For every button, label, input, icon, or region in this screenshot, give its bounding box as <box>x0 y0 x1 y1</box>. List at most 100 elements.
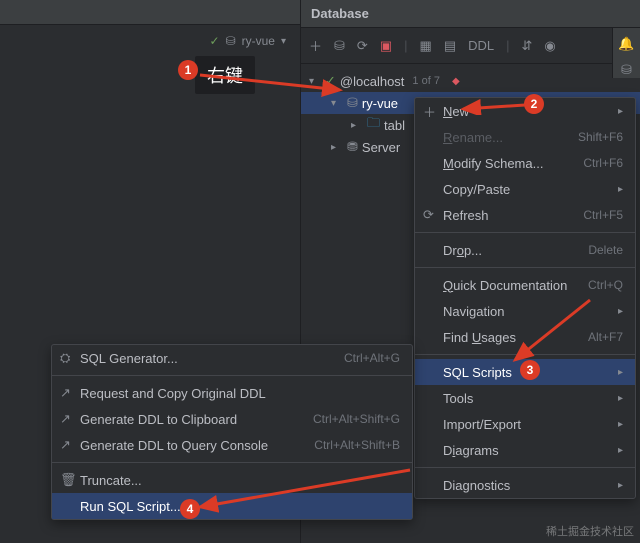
submenu-arrow-icon: ▸ <box>618 445 623 456</box>
chevron-down-icon: ▾ <box>281 36 286 47</box>
host-icon: ✓ <box>325 73 336 89</box>
marker-4: 4 <box>180 499 200 519</box>
gear-icon: ⛭ <box>60 350 70 366</box>
separator: | <box>506 38 509 53</box>
ddl-button[interactable]: DDL <box>468 38 494 53</box>
shortcut-label: Ctrl+Q <box>588 278 623 292</box>
menu-tools[interactable]: Tools ▸ <box>415 385 635 411</box>
filter-icon[interactable]: ⇵ <box>522 38 533 54</box>
menu-quickdoc[interactable]: Quick Documentation Ctrl+Q <box>415 272 635 298</box>
plus-icon: ＋ <box>423 102 436 121</box>
submenu-arrow-icon: ▸ <box>618 184 623 195</box>
shortcut-label: Shift+F6 <box>578 130 623 144</box>
submenu-gen-clipboard[interactable]: ↗ Generate DDL to Clipboard Ctrl+Alt+Shi… <box>52 406 412 432</box>
watermark: 稀土掘金技术社区 <box>546 523 634 539</box>
diamond-icon: ◆ <box>452 76 460 87</box>
menu-label: Diagnostics <box>443 478 510 493</box>
right-tool-rail: 🔔 ⛁ <box>612 28 640 78</box>
refresh-icon[interactable]: ⟳ <box>357 38 368 54</box>
menu-label: Import/Export <box>443 417 521 432</box>
tooltip-rightclick: 右键 <box>195 56 255 94</box>
menu-separator <box>415 232 635 233</box>
menu-drop[interactable]: Drop... Delete <box>415 237 635 263</box>
tree-db-label: ry-vue <box>362 96 398 111</box>
tree-badge: 1 of 7 <box>412 75 440 87</box>
menu-label: SQL Generator... <box>80 351 178 366</box>
menu-diagrams[interactable]: Diagrams ▸ <box>415 437 635 463</box>
server-icon: ⛃ <box>347 139 358 155</box>
add-icon[interactable]: ＋ <box>309 36 322 55</box>
panel-title: Database <box>311 6 369 21</box>
submenu-arrow-icon: ▸ <box>618 393 623 404</box>
menu-import[interactable]: Import/Export ▸ <box>415 411 635 437</box>
menu-separator <box>52 375 412 376</box>
export-icon: ↗ <box>60 411 71 427</box>
menu-find[interactable]: Find Usages Alt+F7 <box>415 324 635 350</box>
status-project: ry-vue <box>242 34 275 48</box>
menu-separator <box>415 267 635 268</box>
menu-label: Tools <box>443 391 473 406</box>
menu-rename: Rename... Shift+F6 <box>415 124 635 150</box>
menu-refresh[interactable]: ⟳ Refresh Ctrl+F5 <box>415 202 635 228</box>
tree-host-label: @localhost <box>340 74 405 89</box>
shortcut-label: Ctrl+Alt+Shift+B <box>314 438 400 452</box>
menu-label: SQL Scripts <box>443 365 512 380</box>
export-icon: ↗ <box>60 437 71 453</box>
schema-icon: ⛁ <box>347 95 358 111</box>
menu-diagnostics[interactable]: Diagnostics ▸ <box>415 472 635 498</box>
folder-icon: 🗀 <box>367 114 380 136</box>
menu-label: Copy/Paste <box>443 182 510 197</box>
chevron-down-icon: ▾ <box>331 98 343 109</box>
panel-header: Database <box>301 0 640 28</box>
menu-label: Run SQL Script... <box>80 499 181 514</box>
submenu-sql-generator[interactable]: ⛭ SQL Generator... Ctrl+Alt+G <box>52 345 412 371</box>
submenu-arrow-icon: ▸ <box>618 367 623 378</box>
menu-copy[interactable]: Copy/Paste ▸ <box>415 176 635 202</box>
shortcut-label: Ctrl+Alt+G <box>344 351 400 365</box>
tree-server-label: Server <box>362 140 400 155</box>
chevron-right-icon: ▸ <box>351 120 363 131</box>
context-menu: ＋ New ▸ Rename... Shift+F6 Modify Schema… <box>414 97 636 499</box>
menu-label: Request and Copy Original DDL <box>80 386 266 401</box>
menu-nav[interactable]: Navigation ▸ <box>415 298 635 324</box>
view-icon[interactable]: ◉ <box>544 38 555 54</box>
shortcut-label: Ctrl+F6 <box>583 156 623 170</box>
stop-icon[interactable]: ▣ <box>380 38 392 54</box>
chevron-right-icon: ▸ <box>331 142 343 153</box>
datasource-icon[interactable]: ⛁ <box>334 38 345 54</box>
tree-host[interactable]: ▾ ✓ @localhost 1 of 7 ◆ <box>301 70 640 92</box>
console-icon[interactable]: ▦ <box>420 38 432 54</box>
submenu-run-sql-script[interactable]: Run SQL Script... <box>52 493 412 519</box>
submenu-arrow-icon: ▸ <box>618 419 623 430</box>
db-small-icon: ⛁ <box>226 34 236 48</box>
submenu-arrow-icon: ▸ <box>618 306 623 317</box>
submenu-gen-console[interactable]: ↗ Generate DDL to Query Console Ctrl+Alt… <box>52 432 412 458</box>
menu-label: Truncate... <box>80 473 142 488</box>
marker-2: 2 <box>524 94 544 114</box>
trash-icon: 🗑 <box>60 472 77 488</box>
menu-label: Refresh <box>443 208 489 223</box>
submenu-arrow-icon: ▸ <box>618 106 623 117</box>
menu-separator <box>415 354 635 355</box>
separator: | <box>404 38 407 53</box>
bell-icon[interactable]: 🔔 <box>618 36 634 52</box>
check-icon: ✓ <box>210 34 220 48</box>
submenu-truncate[interactable]: 🗑 Truncate... <box>52 467 412 493</box>
menu-separator <box>415 467 635 468</box>
shortcut-label: Ctrl+F5 <box>583 208 623 222</box>
table-icon[interactable]: ▤ <box>444 38 456 54</box>
menu-label: Navigation <box>443 304 504 319</box>
submenu-request-copy-ddl[interactable]: ↗ Request and Copy Original DDL <box>52 380 412 406</box>
menu-separator <box>52 462 412 463</box>
db-rail-icon[interactable]: ⛁ <box>621 62 632 78</box>
database-toolbar: ＋ ⛁ ⟳ ▣ | ▦ ▤ DDL | ⇵ ◉ <box>301 28 640 64</box>
menu-label: Generate DDL to Clipboard <box>80 412 237 427</box>
export-icon: ↗ <box>60 385 71 401</box>
status-bar: ✓ ⛁ ry-vue ▾ <box>210 34 287 48</box>
menu-label: Generate DDL to Query Console <box>80 438 268 453</box>
shortcut-label: Alt+F7 <box>588 330 623 344</box>
chevron-down-icon: ▾ <box>309 76 321 87</box>
menu-modify[interactable]: Modify Schema... Ctrl+F6 <box>415 150 635 176</box>
marker-1: 1 <box>178 60 198 80</box>
refresh-icon: ⟳ <box>423 207 434 223</box>
